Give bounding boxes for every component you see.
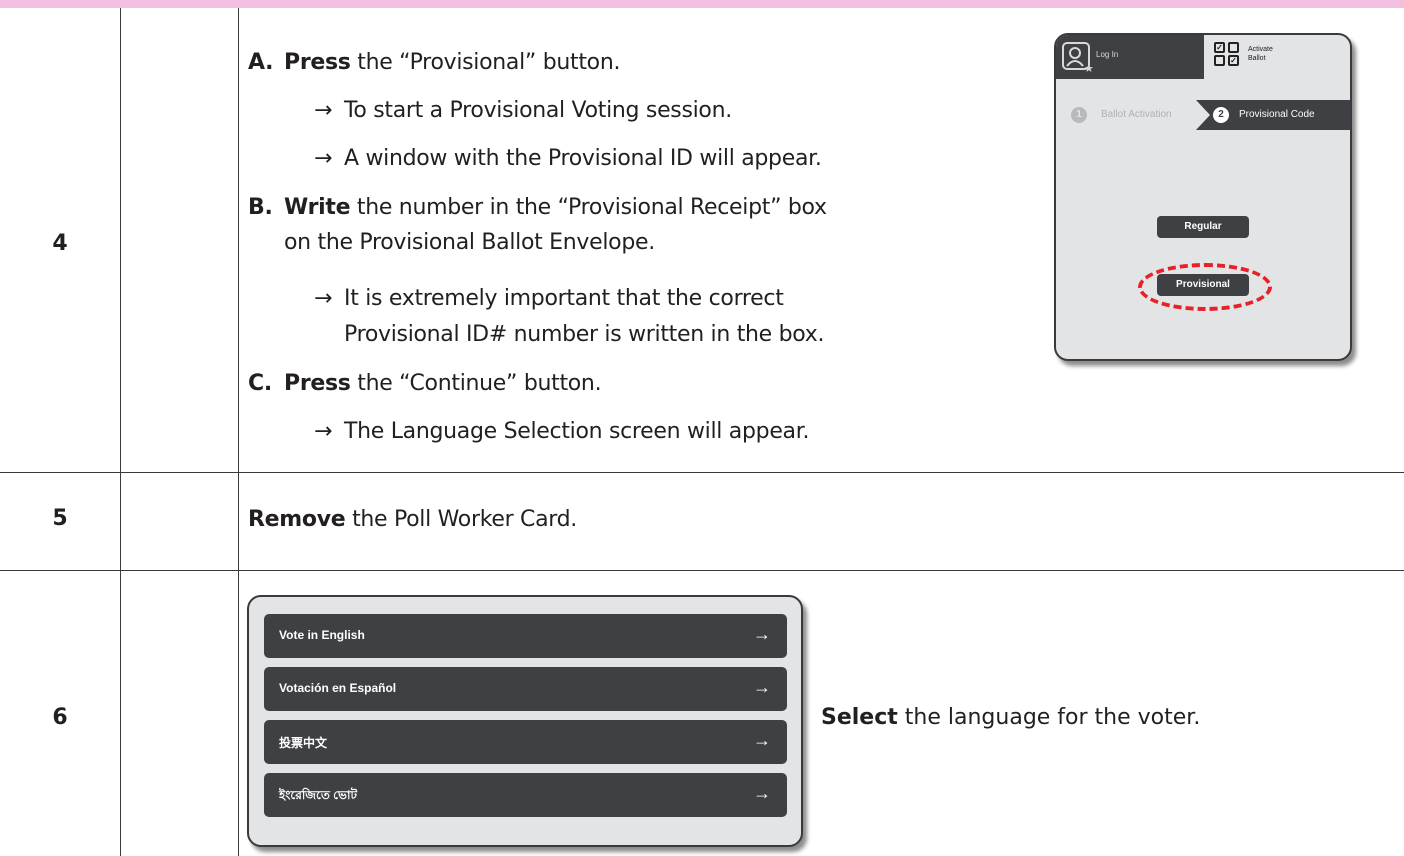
regular-button[interactable]: Regular xyxy=(1157,216,1249,238)
instruction-letter: C. xyxy=(248,371,272,396)
instruction-text: The Language Selection screen will appea… xyxy=(344,419,810,444)
instruction-letter: A. xyxy=(248,50,274,75)
language-label: ইংরেজিতে ভোট xyxy=(279,788,357,802)
language-option-bengali[interactable]: ইংরেজিতে ভোট → xyxy=(264,773,787,817)
table-row-divider xyxy=(0,570,1404,571)
step-number-badge: 2 xyxy=(1213,107,1229,123)
arrow-right-icon: → xyxy=(753,624,771,644)
instruction-verb: Remove xyxy=(248,507,346,532)
instruction-verb: Press xyxy=(284,50,351,75)
language-label: Vote in English xyxy=(279,628,365,642)
login-label: Log In xyxy=(1096,50,1119,59)
step-number: 4 xyxy=(52,231,68,256)
instruction-line: A. Press the “Provisional” button. xyxy=(248,49,620,77)
language-label: Votación en Español xyxy=(279,681,397,695)
top-color-band xyxy=(0,0,1404,8)
step-label: Ballot Activation xyxy=(1101,109,1172,120)
instruction-text: Provisional ID# number is written in the… xyxy=(344,322,825,347)
language-label: 投票中文 xyxy=(279,736,328,750)
ballot-grid-icon: ✓ ✓ xyxy=(1214,42,1242,68)
instruction-text: the language for the voter. xyxy=(897,705,1201,730)
login-user-icon[interactable]: ★ xyxy=(1062,42,1094,75)
table-row-divider xyxy=(0,472,1404,473)
step-label: Provisional Code xyxy=(1239,109,1315,120)
instruction-text: on the Provisional Ballot Envelope. xyxy=(284,230,655,255)
arrow-icon: → xyxy=(314,98,333,123)
star-icon: ★ xyxy=(1084,63,1094,75)
instruction-verb: Write xyxy=(284,195,351,220)
instruction-line: on the Provisional Ballot Envelope. xyxy=(284,229,655,257)
instruction-text: the number in the “Provisional Receipt” … xyxy=(350,195,827,220)
table-column-divider-left xyxy=(120,8,121,856)
step-ballot-activation: 1 Ballot Activation xyxy=(1056,100,1206,130)
language-option-chinese[interactable]: 投票中文 → xyxy=(264,720,787,764)
progress-steps: 1 Ballot Activation 2 Provisional Code xyxy=(1056,100,1350,130)
highlight-circle xyxy=(1138,263,1272,311)
instruction-letter: B. xyxy=(248,195,273,220)
step-number: 5 xyxy=(52,506,68,531)
instruction-line: C. Press the “Continue” button. xyxy=(248,370,602,398)
instruction-line: Remove the Poll Worker Card. xyxy=(248,506,577,534)
instruction-verb: Select xyxy=(821,705,898,730)
instruction-line: → It is extremely important that the corr… xyxy=(314,285,784,313)
instruction-text: A window with the Provisional ID will ap… xyxy=(344,146,822,171)
ballot-activation-screen: ★ Log In ✓ ✓ Activate Ballot 1 Ballot Ac… xyxy=(1054,33,1352,361)
instruction-line: → The Language Selection screen will appe… xyxy=(314,418,809,446)
instruction-text: the “Provisional” button. xyxy=(350,50,621,75)
language-option-spanish[interactable]: Votación en Español → xyxy=(264,667,787,711)
instruction-text: To start a Provisional Voting session. xyxy=(344,98,732,123)
screen-header: ★ Log In ✓ ✓ Activate Ballot xyxy=(1056,35,1350,79)
arrow-right-icon: → xyxy=(753,677,771,697)
step-provisional-code: 2 Provisional Code xyxy=(1196,100,1350,130)
instruction-line: B. Write the number in the “Provisional R… xyxy=(248,194,827,222)
activate-ballot-label: Activate Ballot xyxy=(1248,46,1273,62)
instruction-line: Select the language for the voter. xyxy=(821,705,1200,730)
arrow-right-icon: → xyxy=(753,730,771,750)
instruction-line: → To start a Provisional Voting session. xyxy=(314,97,732,125)
step-number: 6 xyxy=(52,705,68,730)
arrow-icon: → xyxy=(314,419,333,444)
language-selection-screen: Vote in English → Votación en Español → … xyxy=(247,595,803,847)
language-option-english[interactable]: Vote in English → xyxy=(264,614,787,658)
instruction-text: the “Continue” button. xyxy=(350,371,602,396)
step-number-badge: 1 xyxy=(1071,107,1087,123)
arrow-right-icon: → xyxy=(753,783,771,803)
table-column-divider-right xyxy=(238,8,239,856)
activate-ballot-tab[interactable]: ✓ ✓ Activate Ballot xyxy=(1204,35,1350,79)
instruction-line: → A window with the Provisional ID will a… xyxy=(314,145,822,173)
instruction-text: the Poll Worker Card. xyxy=(345,507,577,532)
instruction-verb: Press xyxy=(284,371,351,396)
instruction-line: Provisional ID# number is written in the… xyxy=(344,321,824,349)
instruction-text: It is extremely important that the corre… xyxy=(344,286,784,311)
arrow-icon: → xyxy=(314,286,333,311)
arrow-icon: → xyxy=(314,146,333,171)
